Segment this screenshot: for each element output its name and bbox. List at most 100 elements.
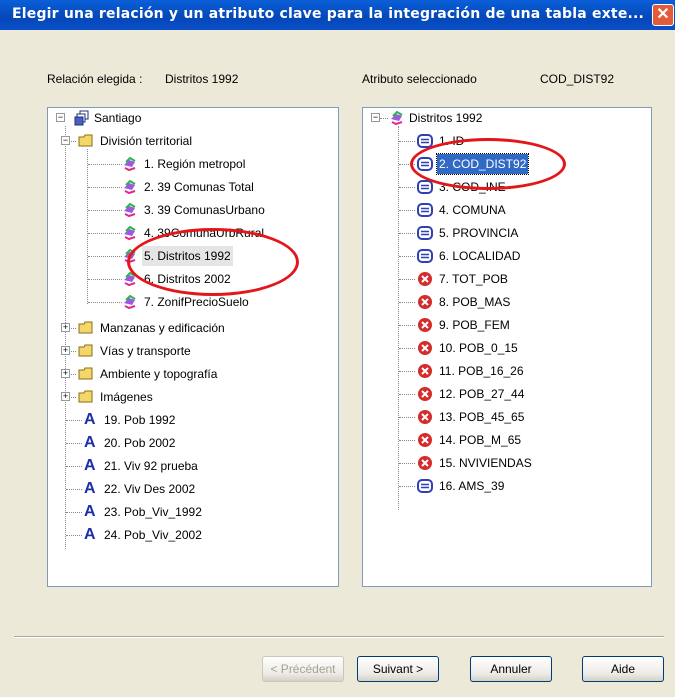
- tree-label: Vías y transporte: [100, 344, 191, 358]
- tree-item-annotation-layer[interactable]: A 23. Pob_Viv_1992: [48, 502, 338, 522]
- next-button[interactable]: Suivant >: [357, 656, 439, 682]
- attribute-item[interactable]: 16. AMS_39: [363, 476, 651, 496]
- collapse-icon[interactable]: −: [61, 136, 70, 145]
- attribute-item[interactable]: 5. PROVINCIA: [363, 223, 651, 243]
- numeric-attribute-icon: [418, 318, 432, 332]
- expand-icon[interactable]: +: [61, 369, 70, 378]
- attribute-value: COD_DIST92: [540, 72, 615, 86]
- tree-item-layer[interactable]: 1. Región metropol: [48, 154, 338, 174]
- tree-node-santiago[interactable]: − Santiago: [48, 108, 338, 128]
- tree-label-root: Santiago: [94, 111, 142, 125]
- collapse-icon[interactable]: −: [371, 113, 380, 122]
- tree-item-annotation-layer[interactable]: A 24. Pob_Viv_2002: [48, 525, 338, 545]
- attribute-item[interactable]: 3. COD_INE: [363, 177, 651, 197]
- numeric-attribute-icon: [418, 456, 432, 470]
- tree-item-annotation-layer[interactable]: A 21. Viv 92 prueba: [48, 456, 338, 476]
- key-attribute-icon: [417, 157, 433, 171]
- attribute-item[interactable]: 1. ID: [363, 131, 651, 151]
- attribute-tree[interactable]: − Distritos 1992 1. ID 2. COD_DIST92 3. …: [362, 107, 652, 587]
- folder-icon: [78, 344, 93, 357]
- key-attribute-icon: [417, 203, 433, 217]
- numeric-attribute-icon: [418, 387, 432, 401]
- tree-node-folder[interactable]: + Imágenes: [48, 387, 338, 407]
- close-button[interactable]: ✕: [652, 4, 674, 26]
- attribute-item[interactable]: 13. POB_45_65: [363, 407, 651, 427]
- tree-item-layer-selected[interactable]: 5. Distritos 1992: [48, 246, 338, 266]
- collapse-icon[interactable]: −: [56, 113, 65, 122]
- tree-item-layer[interactable]: 2. 39 Comunas Total: [48, 177, 338, 197]
- key-attribute-icon: [417, 249, 433, 263]
- close-icon: ✕: [656, 6, 670, 23]
- tree-label: 21. Viv 92 prueba: [104, 459, 198, 473]
- attribute-item[interactable]: 12. POB_27_44: [363, 384, 651, 404]
- attribute-label: 4. COMUNA: [439, 203, 506, 217]
- polygon-layer-icon: [124, 179, 136, 195]
- tree-label: 23. Pob_Viv_1992: [104, 505, 202, 519]
- tree-item-annotation-layer[interactable]: A 22. Viv Des 2002: [48, 479, 338, 499]
- attribute-item[interactable]: 7. TOT_POB: [363, 269, 651, 289]
- attribute-item[interactable]: 10. POB_0_15: [363, 338, 651, 358]
- attribute-label: 2. COD_DIST92: [435, 153, 530, 175]
- polygon-layer-icon: [124, 156, 136, 172]
- tree-label: 3. 39 ComunasUrbano: [144, 203, 265, 217]
- folder-icon: [78, 390, 93, 403]
- relation-tree[interactable]: − Santiago − División territorial 1. Reg…: [47, 107, 339, 587]
- tree-node-folder[interactable]: + Ambiente y topografía: [48, 364, 338, 384]
- polygon-layer-icon: [124, 202, 136, 218]
- expand-icon[interactable]: +: [61, 323, 70, 332]
- tree-label: 4. 39ComunaUrbRural: [144, 226, 265, 240]
- tree-label: 22. Viv Des 2002: [104, 482, 196, 496]
- attribute-label: Atributo seleccionado: [362, 72, 477, 86]
- attribute-item[interactable]: 9. POB_FEM: [363, 315, 651, 335]
- tree-node-folder[interactable]: + Manzanas y edificación: [48, 318, 338, 338]
- tree-item-layer[interactable]: 4. 39ComunaUrbRural: [48, 223, 338, 243]
- attribute-item[interactable]: 4. COMUNA: [363, 200, 651, 220]
- expand-icon[interactable]: +: [61, 392, 70, 401]
- attribute-label: 7. TOT_POB: [439, 272, 508, 286]
- attribute-label: 3. COD_INE: [439, 180, 506, 194]
- previous-button[interactable]: < Précédent: [262, 656, 344, 682]
- attribute-item-selected[interactable]: 2. COD_DIST92: [363, 153, 651, 175]
- cancel-button[interactable]: Annuler: [470, 656, 552, 682]
- polygon-layer-icon: [124, 248, 136, 264]
- tree-label: Ambiente y topografía: [100, 367, 218, 381]
- relation-value: Distritos 1992: [165, 72, 239, 86]
- attribute-item[interactable]: 6. LOCALIDAD: [363, 246, 651, 266]
- attribute-item[interactable]: 11. POB_16_26: [363, 361, 651, 381]
- numeric-attribute-icon: [418, 272, 432, 286]
- key-attribute-icon: [417, 226, 433, 240]
- attribute-label: 10. POB_0_15: [439, 341, 518, 355]
- tree-item-layer[interactable]: 7. ZonifPrecioSuelo: [48, 292, 338, 312]
- polygon-layer-icon: [124, 225, 136, 241]
- attribute-item[interactable]: 8. POB_MAS: [363, 292, 651, 312]
- tree-label: 6. Distritos 2002: [144, 272, 231, 286]
- attribute-label: 12. POB_27_44: [439, 387, 525, 401]
- tree-node-folder[interactable]: + Vías y transporte: [48, 341, 338, 361]
- tree-node-distritos-1992[interactable]: − Distritos 1992: [363, 108, 651, 128]
- tree-item-layer[interactable]: 6. Distritos 2002: [48, 269, 338, 289]
- tree-node-division-territorial[interactable]: − División territorial: [48, 131, 338, 151]
- tree-item-annotation-layer[interactable]: A 20. Pob 2002: [48, 433, 338, 453]
- attribute-label: 15. NVIVIENDAS: [439, 456, 532, 470]
- numeric-attribute-icon: [418, 433, 432, 447]
- text-layer-icon: A: [84, 411, 96, 428]
- tree-label: Manzanas y edificación: [100, 321, 225, 335]
- attribute-label: 6. LOCALIDAD: [439, 249, 521, 263]
- numeric-attribute-icon: [418, 341, 432, 355]
- text-layer-icon: A: [84, 457, 96, 474]
- tree-item-layer[interactable]: 3. 39 ComunasUrbano: [48, 200, 338, 220]
- help-button[interactable]: Aide: [582, 656, 664, 682]
- attribute-label: 8. POB_MAS: [439, 295, 511, 309]
- tree-item-annotation-layer[interactable]: A 19. Pob 1992: [48, 410, 338, 430]
- tree-label-territorial: División territorial: [100, 134, 193, 148]
- numeric-attribute-icon: [418, 295, 432, 309]
- folder-icon: [78, 367, 93, 380]
- tree-label: 1. Región metropol: [144, 157, 246, 171]
- map-project-icon: [74, 110, 89, 126]
- expand-icon[interactable]: +: [61, 346, 70, 355]
- polygon-layer-icon: [124, 271, 136, 287]
- key-attribute-icon: [417, 479, 433, 493]
- attribute-item[interactable]: 15. NVIVIENDAS: [363, 453, 651, 473]
- attribute-label: 16. AMS_39: [439, 479, 505, 493]
- attribute-item[interactable]: 14. POB_M_65: [363, 430, 651, 450]
